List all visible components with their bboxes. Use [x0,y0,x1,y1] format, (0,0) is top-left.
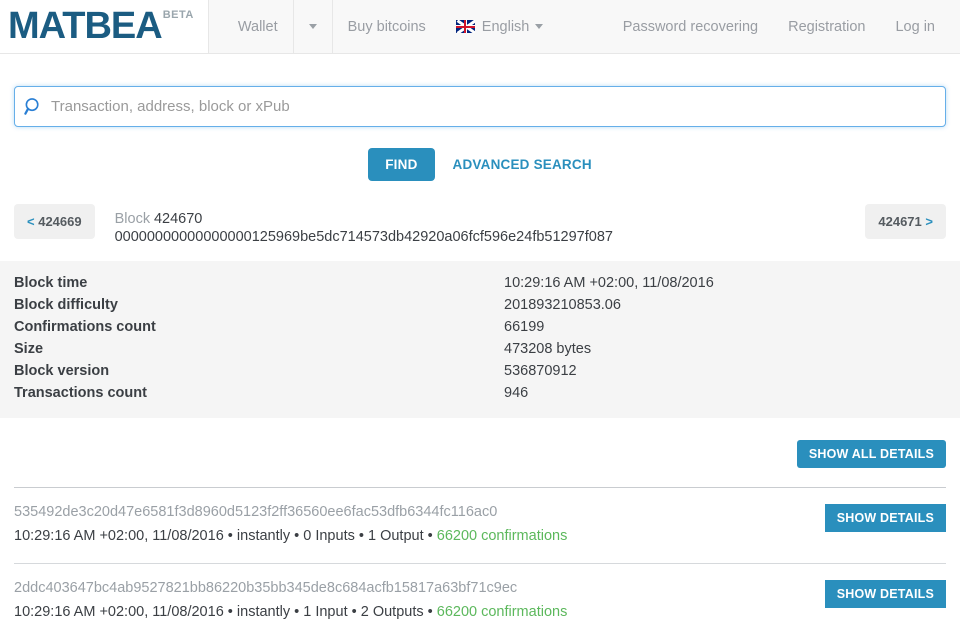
meta-separator: • [290,603,304,620]
transaction-inputs: 1 Input [303,603,348,620]
detail-key: Confirmations count [14,319,156,335]
transaction-confirmations: 66200 confirmations [436,527,568,544]
transaction-main: 535492de3c20d47e6581f3d8960d5123f2ff3656… [14,503,811,546]
nav-item-wallet-label: Wallet [237,18,278,35]
nav-item-login-label: Log in [895,18,935,35]
meta-separator: • [354,527,368,544]
meta-separator: • [423,603,437,620]
detail-key: Size [14,341,44,357]
transaction-main: 2ddc403647bc4ab9527821bb86220b35bb345de8… [14,579,811,622]
meta-separator: • [347,603,361,620]
next-block-number: 424671 [878,214,922,229]
detail-value: 66199 [504,319,545,335]
show-details-button[interactable]: SHOW DETAILS [824,580,946,609]
nav-item-password-recovering[interactable]: Password recovering [608,0,773,53]
table-row: Transactions count 946 [14,385,946,407]
nav-item-registration[interactable]: Registration [773,0,880,53]
table-row: Block time 10:29:16 AM +02:00, 11/08/201… [14,275,946,297]
block-hash: 00000000000000000125969be5dc714573db4292… [114,228,613,245]
search-section: FIND ADVANCED SEARCH [0,54,960,181]
detail-value: 473208 bytes [504,341,592,357]
next-chevron-icon: > [925,214,933,229]
detail-value: 536870912 [504,363,577,379]
transaction-confirmations: 66200 confirmations [436,603,568,620]
transaction-time: 10:29:16 AM +02:00, 11/08/2016 [14,603,224,620]
chevron-down-icon [308,24,317,29]
table-row: Confirmations count 66199 [14,319,946,341]
logo-beta-badge: BETA [162,9,194,21]
chevron-down-icon [535,24,544,29]
nav-links: Wallet Buy bitcoins English [223,0,559,53]
table-row: Size 473208 bytes [14,341,946,363]
transaction-inputs: 0 Inputs [303,527,355,544]
prev-block-number: 424669 [38,214,82,229]
nav-item-wallet[interactable]: Wallet [223,0,293,53]
transaction-meta: 10:29:16 AM +02:00, 11/08/2016 • instant… [14,603,811,623]
block-label: Block [114,211,151,227]
show-all-details-button[interactable]: SHOW ALL DETAILS [796,440,946,468]
block-navigation: < 424669 Block 424670 000000000000000001… [0,204,960,248]
transaction-speed: instantly [236,603,291,620]
nav-item-registration-label: Registration [788,18,866,35]
detail-value: 201893210853.06 [504,297,621,313]
logo-text: MATBEA [8,4,163,47]
transaction-meta: 10:29:16 AM +02:00, 11/08/2016 • instant… [14,527,811,547]
block-number: 424670 [153,211,203,227]
nav-item-language[interactable]: English [441,0,559,53]
uk-flag-icon [455,20,475,33]
transaction-outputs: 2 Outputs [360,603,424,620]
next-block-button[interactable]: 424671 > [865,204,946,239]
meta-separator: • [223,603,237,620]
detail-key: Block version [14,363,110,379]
top-navbar: MATBEA BETA Wallet Buy bitcoins English … [0,0,960,54]
show-all-details-row: SHOW ALL DETAILS [0,418,960,468]
meta-separator: • [290,527,304,544]
detail-key: Transactions count [14,385,147,401]
transaction-hash-link[interactable]: 535492de3c20d47e6581f3d8960d5123f2ff3656… [14,503,811,523]
prev-block-button[interactable]: < 424669 [14,204,95,239]
transaction-action-cell: SHOW DETAILS [811,503,946,532]
search-icon[interactable] [15,87,51,126]
block-details-table: Block time 10:29:16 AM +02:00, 11/08/201… [14,275,946,407]
nav-item-login[interactable]: Log in [880,0,950,53]
meta-separator: • [423,527,437,544]
transaction-hash-link[interactable]: 2ddc403647bc4ab9527821bb86220b35bb345de8… [14,579,811,599]
nav-item-language-label: English [481,18,530,35]
search-box[interactable] [14,86,946,127]
prev-chevron-icon: < [27,214,35,229]
nav-right-group: Password recovering Registration Log in [608,0,960,53]
show-details-button[interactable]: SHOW DETAILS [824,504,946,532]
table-row: Block version 536870912 [14,363,946,385]
transaction-row: 535492de3c20d47e6581f3d8960d5123f2ff3656… [0,488,960,546]
transaction-row: 2ddc403647bc4ab9527821bb86220b35bb345de8… [0,564,960,622]
transaction-speed: instantly [236,527,291,544]
nav-item-buy-bitcoins-label: Buy bitcoins [347,18,426,35]
nav-item-wallet-dropdown[interactable] [292,0,333,53]
find-button[interactable]: FIND [368,148,435,181]
search-input[interactable] [51,87,945,126]
detail-value: 946 [504,385,529,401]
transaction-outputs: 1 Output [367,527,424,544]
detail-key: Block difficulty [14,297,118,313]
block-details-panel: Block time 10:29:16 AM +02:00, 11/08/201… [0,261,960,418]
transaction-time: 10:29:16 AM +02:00, 11/08/2016 [14,527,224,544]
nav-item-password-recovering-label: Password recovering [622,18,759,35]
block-title: Block 424670 00000000000000000125969be5d… [115,204,613,246]
detail-key: Block time [14,275,88,291]
transaction-action-cell: SHOW DETAILS [811,579,946,609]
table-row: Block difficulty 201893210853.06 [14,297,946,319]
detail-value: 10:29:16 AM +02:00, 11/08/2016 [504,275,714,291]
meta-separator: • [223,527,237,544]
search-actions: FIND ADVANCED SEARCH [14,148,946,181]
logo-matbea[interactable]: MATBEA BETA [0,0,209,53]
advanced-search-link[interactable]: ADVANCED SEARCH [453,157,592,172]
nav-item-buy-bitcoins[interactable]: Buy bitcoins [333,0,441,53]
